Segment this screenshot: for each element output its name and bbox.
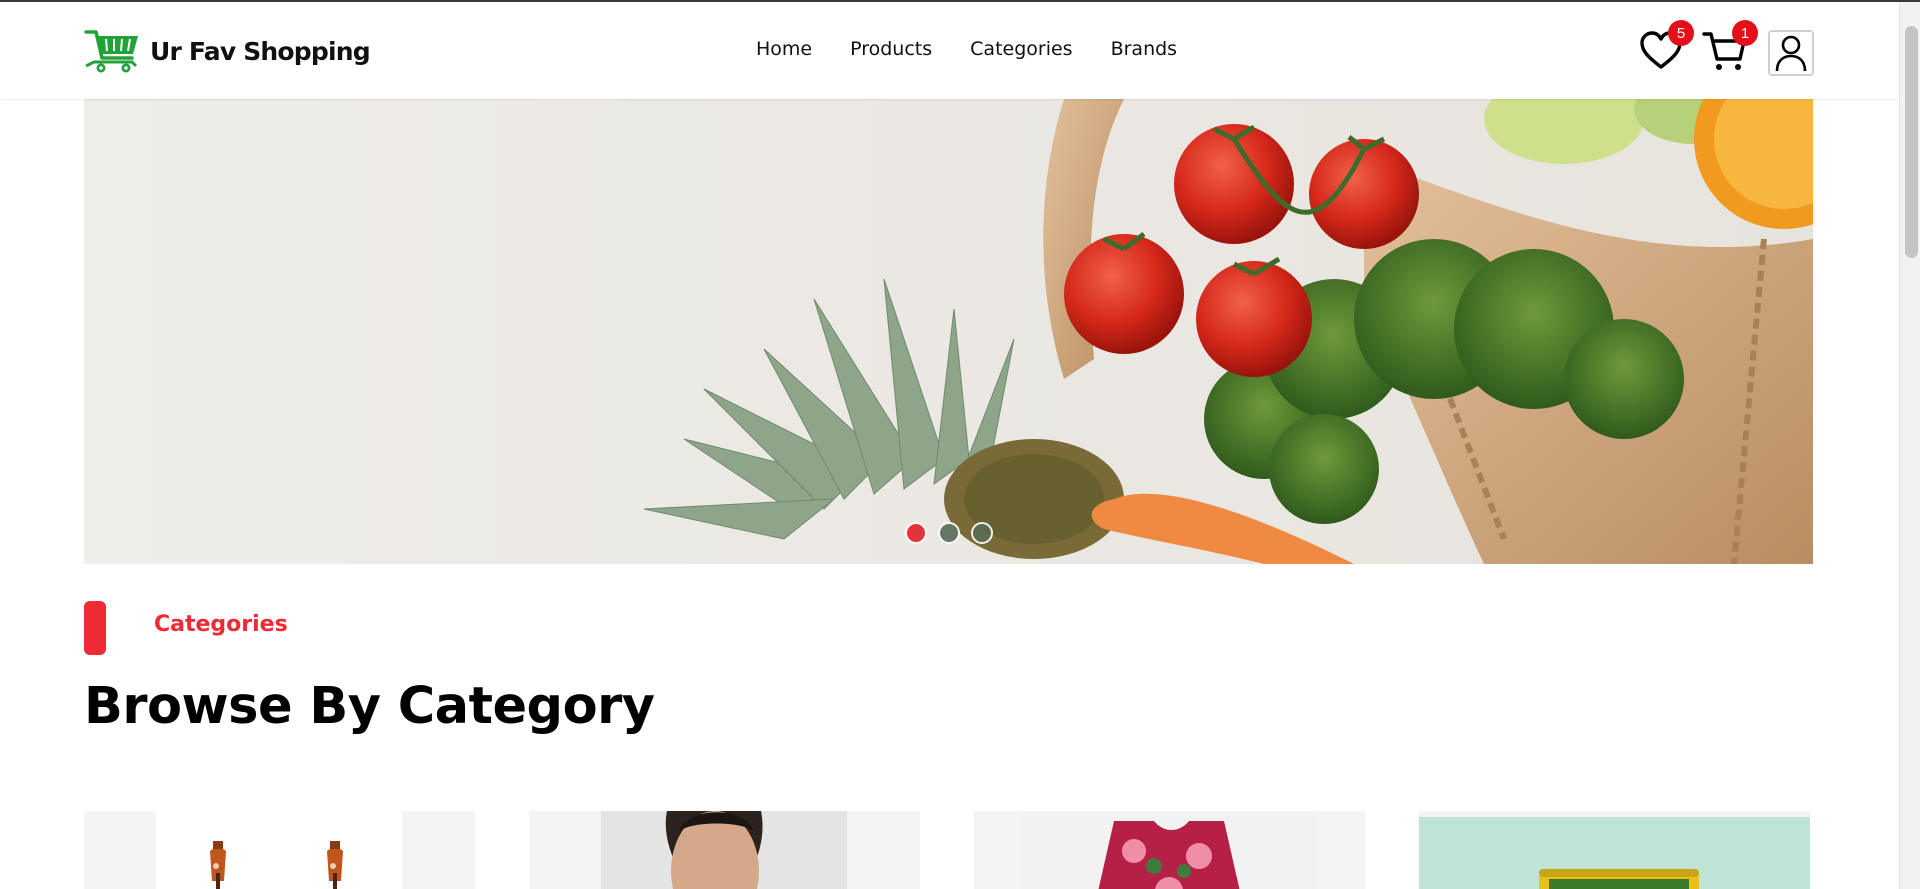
section-title: Browse By Category [84, 677, 655, 736]
nav-link-categories[interactable]: Categories [970, 38, 1072, 60]
section-accent-bar [84, 601, 106, 655]
window-top-border [0, 0, 1920, 2]
guitars-image [156, 811, 402, 889]
brand-link[interactable]: Ur Fav Shopping [84, 28, 371, 74]
slider-dot-1[interactable] [905, 522, 927, 544]
scrollbar-thumb[interactable] [1905, 26, 1918, 258]
category-cards [84, 811, 1813, 889]
category-card-guitars[interactable] [84, 811, 475, 889]
section-label: Categories [154, 612, 288, 637]
slider-dot-3[interactable] [971, 522, 993, 544]
navbar: Ur Fav Shopping Home Products Categories… [0, 2, 1899, 99]
category-card-men-fashion[interactable] [529, 811, 920, 889]
profile-button[interactable] [1768, 30, 1814, 76]
food-can-image [1419, 817, 1810, 889]
user-icon [1775, 35, 1807, 72]
header-actions: 5 1 [1638, 20, 1816, 78]
shopping-cart-logo-icon [84, 28, 140, 74]
cart-count-badge: 1 [1732, 20, 1758, 46]
wishlist-count-badge: 5 [1668, 20, 1694, 46]
nav-link-home[interactable]: Home [756, 38, 812, 60]
category-card-food[interactable] [1419, 811, 1810, 889]
nav-link-brands[interactable]: Brands [1111, 38, 1178, 60]
nav-link-products[interactable]: Products [850, 38, 932, 60]
wishlist-button[interactable]: 5 [1638, 20, 1694, 74]
brand-name: Ur Fav Shopping [150, 36, 371, 66]
hero-slider [84, 99, 1813, 564]
slider-dots [905, 522, 993, 544]
women-dress-image [1022, 811, 1317, 889]
slider-dot-2[interactable] [938, 522, 960, 544]
main-nav: Home Products Categories Brands [756, 38, 1177, 60]
hero-grocery-image [84, 99, 1813, 564]
page-viewport: Ur Fav Shopping Home Products Categories… [0, 0, 1899, 889]
category-card-women-fashion[interactable] [974, 811, 1365, 889]
cart-button[interactable]: 1 [1702, 20, 1758, 74]
men-fashion-image [601, 811, 847, 889]
